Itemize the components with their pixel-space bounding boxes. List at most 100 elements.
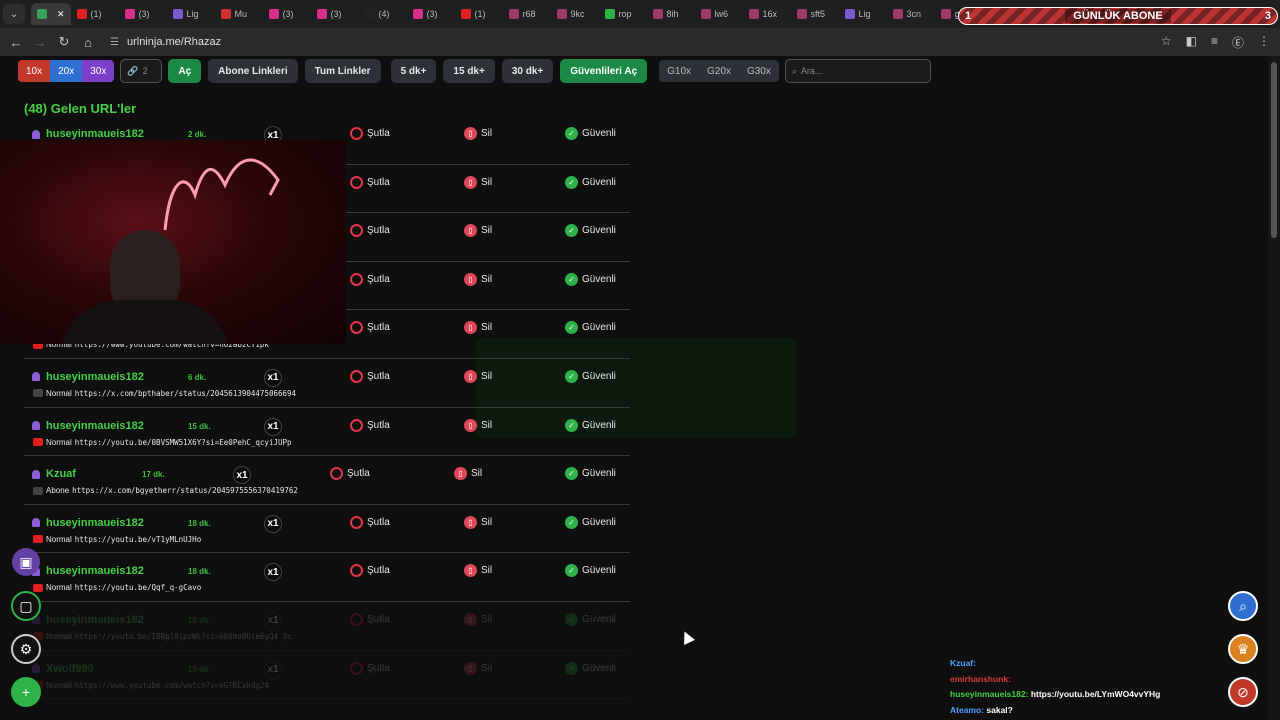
delete-button[interactable]: ▯ Sil — [464, 369, 492, 383]
row-user[interactable]: Kzuaf — [32, 468, 76, 480]
row-user[interactable]: huseyinmaueis182 — [32, 565, 144, 577]
browser-tab[interactable]: 3cn — [887, 3, 935, 25]
row-link[interactable]: Normal https://x.com/bpthaber/status/2045… — [33, 389, 296, 398]
browser-tab[interactable]: sft5 — [791, 3, 839, 25]
browser-tab[interactable]: lw6 — [695, 3, 743, 25]
g10x-button[interactable]: G10x — [659, 60, 699, 82]
skip-button[interactable]: Şutla — [350, 224, 390, 238]
browser-tab[interactable]: Lig — [839, 3, 887, 25]
reload-icon[interactable]: ↻ — [52, 34, 76, 50]
g20x-button[interactable]: G20x — [699, 60, 739, 82]
reading-list-icon[interactable]: ≡ — [1211, 34, 1218, 51]
delete-button[interactable]: ▯ Sil — [464, 272, 492, 286]
settings-icon[interactable]: ⚙ — [11, 634, 41, 664]
delete-button[interactable]: ▯ Sil — [464, 418, 492, 432]
skip-button[interactable]: Şutla — [350, 661, 390, 675]
skip-button[interactable]: Şutla — [350, 515, 390, 529]
skip-button[interactable]: Şutla — [350, 272, 390, 286]
row-link[interactable]: Normal https://www.youtube.com/watch?v=eG… — [33, 681, 269, 690]
skip-button[interactable]: Şutla — [350, 612, 390, 626]
mult-10x-button[interactable]: 10x — [18, 60, 51, 82]
safe-button[interactable]: ✓ Güvenli — [565, 515, 616, 529]
delete-button[interactable]: ▯ Sil — [464, 661, 492, 675]
mult-20x-button[interactable]: 20x — [50, 60, 83, 82]
skip-button[interactable]: Şutla — [350, 369, 390, 383]
row-link[interactable]: Normal https://youtu.be/I8Rg18jpzWc?si=6b… — [33, 632, 292, 641]
skip-button[interactable]: Şutla — [350, 564, 390, 578]
home-icon[interactable]: ⌂ — [76, 35, 100, 50]
add-user-icon[interactable]: + — [11, 677, 41, 707]
browser-tab[interactable]: (1) — [71, 3, 119, 25]
safe-button[interactable]: ✓ Güvenli — [565, 175, 616, 189]
row-link[interactable]: Normal https://youtu.be/Qqf_q-gCavo — [33, 583, 201, 592]
safe-button[interactable]: ✓ Güvenli — [565, 127, 616, 140]
safe-button[interactable]: ✓ Güvenli — [565, 418, 616, 432]
site-info-icon[interactable]: ☰ — [110, 37, 119, 48]
delete-button[interactable]: ▯ Sil — [464, 564, 492, 578]
browser-tab[interactable]: Lig — [167, 3, 215, 25]
row-link[interactable]: Normal https://youtu.be/0BVSMW51X6Y?si=Ee… — [33, 438, 292, 447]
delete-button[interactable]: ▯ Sil — [464, 224, 492, 238]
browser-tab[interactable]: (3) — [119, 3, 167, 25]
delete-button[interactable]: ▯ Sil — [454, 467, 482, 481]
browser-tab[interactable]: Mu — [215, 3, 263, 25]
delete-button[interactable]: ▯ Sil — [464, 127, 492, 140]
filter-30min-button[interactable]: 30 dk+ — [501, 59, 554, 83]
scrollbar[interactable] — [1268, 56, 1280, 720]
browser-tab[interactable]: (3) — [311, 3, 359, 25]
safe-button[interactable]: ✓ Güvenli — [565, 564, 616, 578]
user-remove-icon[interactable]: ⊘ — [1228, 677, 1258, 707]
safe-button[interactable]: ✓ Güvenli — [565, 467, 616, 481]
delete-button[interactable]: ▯ Sil — [464, 321, 492, 335]
browser-tab[interactable]: (3) — [407, 3, 455, 25]
skip-button[interactable]: Şutla — [350, 321, 390, 335]
trophy-icon[interactable]: ♛ — [1228, 634, 1258, 664]
row-link[interactable]: Abone https://x.com/bgyetherr/status/2045… — [33, 486, 298, 495]
skip-button[interactable]: Şutla — [350, 175, 390, 189]
browser-tab[interactable]: (3) — [263, 3, 311, 25]
search-icon[interactable]: ⌕ — [1228, 591, 1258, 621]
profile-avatar-icon[interactable]: Ⓔ — [1232, 34, 1244, 51]
url-field[interactable]: ☰ urlninja.me/Rhazaz — [110, 36, 221, 48]
safe-button[interactable]: ✓ Güvenli — [565, 661, 616, 675]
browser-tab[interactable]: r68 — [503, 3, 551, 25]
browser-tab[interactable]: (4) — [359, 3, 407, 25]
back-icon[interactable]: ← — [4, 35, 28, 50]
delete-button[interactable]: ▯ Sil — [464, 175, 492, 189]
open-safe-button[interactable]: Güvenlileri Aç — [560, 59, 648, 83]
row-user[interactable]: huseyinmaueis182 — [32, 517, 144, 529]
scroll-thumb[interactable] — [1271, 62, 1277, 238]
browser-tab[interactable]: 8ih — [647, 3, 695, 25]
g30x-button[interactable]: G30x — [739, 60, 779, 82]
tab-active[interactable]: ✕ — [31, 3, 71, 25]
browser-tab[interactable]: 9kc — [551, 3, 599, 25]
skip-button[interactable]: Şutla — [350, 418, 390, 432]
skip-button[interactable]: Şutla — [350, 127, 390, 140]
delete-button[interactable]: ▯ Sil — [464, 612, 492, 626]
row-user[interactable]: huseyinmaueis182 — [32, 371, 144, 383]
subs-links-button[interactable]: Abone Linkleri — [208, 59, 298, 83]
browser-tab[interactable]: 16x — [743, 3, 791, 25]
filter-5min-button[interactable]: 5 dk+ — [390, 59, 437, 83]
row-user[interactable]: huseyinmaueis182 — [32, 128, 144, 140]
safe-button[interactable]: ✓ Güvenli — [565, 612, 616, 626]
row-user[interactable]: Xwolf990 — [32, 663, 94, 675]
delete-button[interactable]: ▯ Sil — [464, 515, 492, 529]
all-links-button[interactable]: Tum Linkler — [304, 59, 381, 83]
kick-icon[interactable]: ▢ — [11, 591, 41, 621]
safe-button[interactable]: ✓ Güvenli — [565, 321, 616, 335]
open-button[interactable]: Aç — [168, 59, 202, 83]
filter-15min-button[interactable]: 15 dk+ — [443, 59, 495, 83]
row-link[interactable]: Normal https://youtu.be/vT1yMLnUJHo — [33, 535, 201, 544]
mult-30x-button[interactable]: 30x — [82, 60, 115, 82]
search-input[interactable]: ⌕ Ara... — [784, 59, 931, 83]
safe-button[interactable]: ✓ Güvenli — [565, 272, 616, 286]
browser-tab[interactable]: rop — [599, 3, 647, 25]
browser-tab[interactable]: (1) — [455, 3, 503, 25]
safe-button[interactable]: ✓ Güvenli — [565, 224, 616, 238]
skip-button[interactable]: Şutla — [330, 467, 370, 481]
row-user[interactable]: huseyinmaueis182 — [32, 420, 144, 432]
forward-icon[interactable]: → — [28, 35, 52, 50]
row-user[interactable]: huseyinmaueis182 — [32, 614, 144, 626]
safe-button[interactable]: ✓ Güvenli — [565, 369, 616, 383]
